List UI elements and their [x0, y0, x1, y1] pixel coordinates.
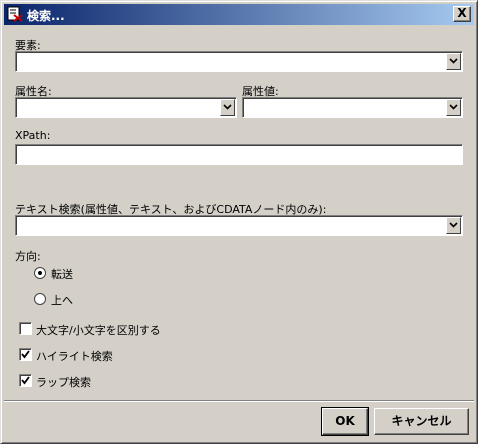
attr-name-dropdown-button[interactable]: [220, 99, 235, 116]
find-dialog: 検索... X 要素: 属性名: 属性値: XPath: テキスト検索(属性値、…: [0, 0, 478, 444]
radio-button[interactable]: [34, 293, 46, 305]
highlight-search-checkbox[interactable]: [19, 348, 32, 361]
direction-forward-label: 転送: [51, 268, 73, 281]
direction-up-label: 上へ: [51, 294, 73, 307]
chevron-down-icon: [449, 222, 458, 228]
cancel-button[interactable]: キャンセル: [374, 408, 469, 435]
element-dropdown-button[interactable]: [446, 53, 461, 70]
element-combobox[interactable]: [15, 51, 463, 72]
attr-name-combobox[interactable]: [15, 97, 237, 118]
find-icon: [7, 6, 23, 22]
window-title: 検索...: [27, 9, 65, 23]
wrap-search-label: ラップ検索: [36, 376, 91, 389]
direction-label: 方向:: [15, 250, 41, 263]
match-case-checkbox[interactable]: [19, 322, 32, 335]
match-case-label: 大文字/小文字を区別する: [36, 324, 161, 337]
radio-button[interactable]: [34, 267, 46, 279]
text-search-dropdown-button[interactable]: [446, 217, 461, 234]
footer-divider: [4, 400, 474, 402]
attr-value-dropdown-button[interactable]: [446, 99, 461, 116]
checkmark-icon: [21, 350, 30, 359]
xpath-label: XPath:: [15, 129, 51, 142]
chevron-down-icon: [449, 58, 458, 64]
ok-button[interactable]: OK: [321, 407, 369, 436]
checkmark-icon: [21, 376, 30, 385]
close-icon: X: [457, 6, 467, 20]
xpath-input[interactable]: [15, 144, 463, 165]
wrap-search-checkbox[interactable]: [19, 374, 32, 387]
chevron-down-icon: [449, 104, 458, 110]
attr-value-combobox[interactable]: [242, 97, 463, 118]
text-search-combobox[interactable]: [15, 215, 463, 236]
title-bar[interactable]: 検索... X: [4, 4, 474, 25]
highlight-search-label: ハイライト検索: [36, 350, 113, 363]
chevron-down-icon: [223, 104, 232, 110]
close-button[interactable]: X: [453, 6, 471, 22]
